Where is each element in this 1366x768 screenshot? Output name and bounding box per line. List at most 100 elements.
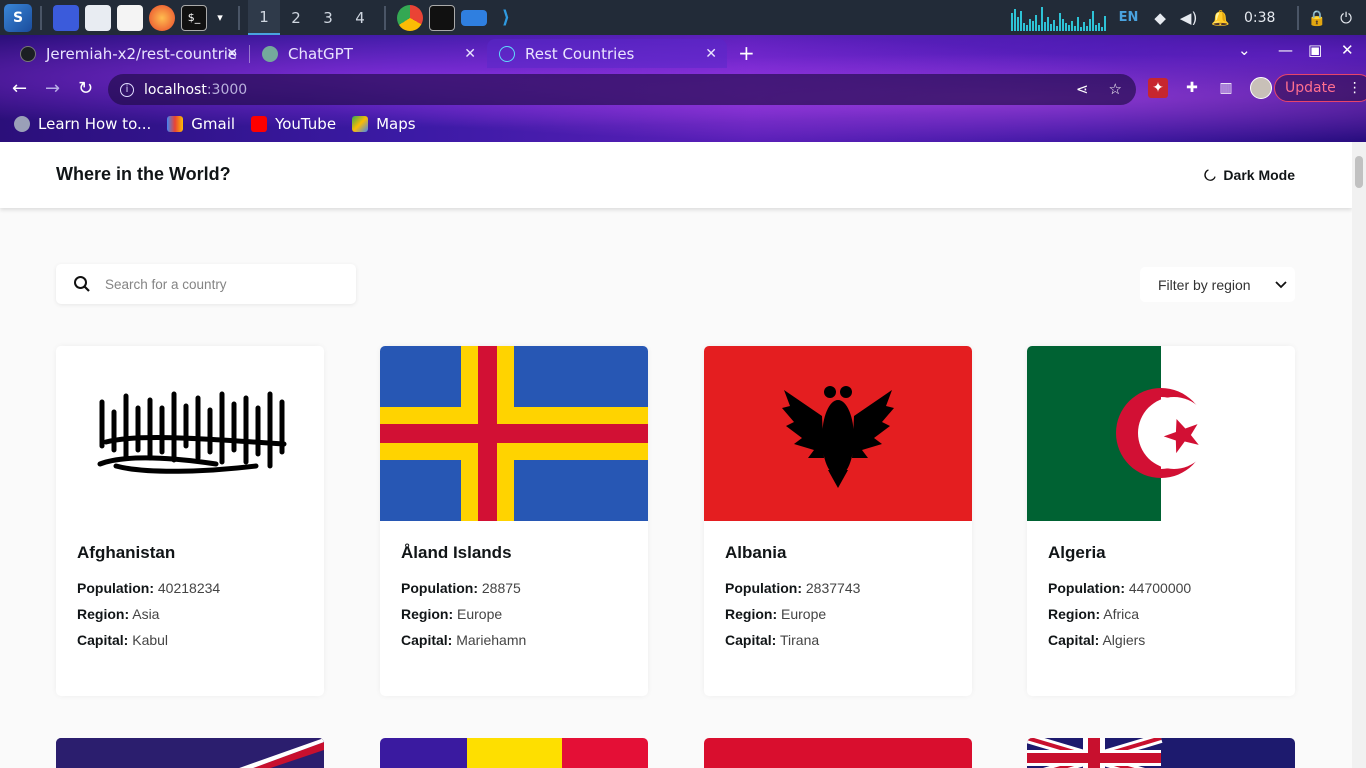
app-launcher-icon[interactable]: S xyxy=(4,3,32,32)
page-scrollbar[interactable] xyxy=(1352,142,1366,768)
back-arrow-icon[interactable]: ← xyxy=(12,78,27,99)
country-card-partial[interactable] xyxy=(704,738,972,768)
country-name: Afghanistan xyxy=(77,543,176,562)
region-value: Asia xyxy=(132,606,160,622)
workspace-1[interactable]: 1 xyxy=(248,0,280,35)
url-host: localhost xyxy=(144,81,207,98)
country-card-albania[interactable]: Albania Population: 2837743 Region: Euro… xyxy=(704,346,972,696)
bookmark-star-icon[interactable]: ☆ xyxy=(1109,80,1122,98)
menu-dots-icon[interactable]: ⋮ xyxy=(1348,80,1362,96)
dark-mode-label: Dark Mode xyxy=(1223,167,1295,183)
profile-avatar[interactable] xyxy=(1250,77,1272,99)
tab-title: Jeremiah-x2/rest-countrie xyxy=(46,44,238,63)
extension-icon[interactable]: ✦ xyxy=(1148,78,1168,98)
country-name: Åland Islands xyxy=(401,543,512,562)
region-filter-select[interactable]: Filter by region xyxy=(1140,267,1295,302)
share-icon[interactable]: ⋖ xyxy=(1076,80,1089,98)
update-label: Update xyxy=(1285,80,1336,96)
close-icon[interactable]: ✕ xyxy=(705,46,717,62)
country-card-partial[interactable] xyxy=(1027,738,1295,768)
file-manager-icon[interactable] xyxy=(85,4,111,31)
tab-rest-countries[interactable]: Rest Countries ✕ xyxy=(487,39,727,68)
lock-icon[interactable]: 🔒 xyxy=(1307,9,1326,27)
search-box[interactable] xyxy=(56,264,356,304)
country-card-partial[interactable] xyxy=(380,738,648,768)
population-value: 28875 xyxy=(481,580,521,596)
region-row: Region: Europe xyxy=(401,606,503,622)
bookmark-maps[interactable]: Maps xyxy=(352,115,416,133)
chrome-icon[interactable] xyxy=(397,4,423,31)
keyboard-language[interactable]: EN xyxy=(1119,10,1139,25)
country-card-algeria[interactable]: Algeria Population: 44700000 Region: Afr… xyxy=(1027,346,1295,696)
terminal-icon[interactable] xyxy=(429,4,455,31)
show-desktop-icon[interactable] xyxy=(53,4,79,31)
country-name: Albania xyxy=(725,543,787,562)
wifi-icon[interactable]: ◆ xyxy=(1154,9,1166,27)
search-icon xyxy=(74,276,90,292)
flag-image xyxy=(56,738,324,768)
firefox-icon[interactable] xyxy=(149,4,175,31)
bookmark-youtube[interactable]: YouTube xyxy=(251,115,336,133)
tab-github[interactable]: Jeremiah-x2/rest-countrie ✕ xyxy=(8,39,248,68)
chevron-down-icon xyxy=(1275,280,1287,288)
close-icon[interactable]: ✕ xyxy=(226,46,238,62)
tab-chatgpt[interactable]: ChatGPT ✕ xyxy=(250,39,486,68)
bookmark-gmail[interactable]: Gmail xyxy=(167,115,235,133)
minimize-icon[interactable]: — xyxy=(1278,41,1293,59)
bookmark-learn[interactable]: Learn How to... xyxy=(14,115,151,133)
country-card-aland-islands[interactable]: Åland Islands Population: 28875 Region: … xyxy=(380,346,648,696)
population-row: Population: 44700000 xyxy=(1048,580,1192,596)
dark-mode-toggle[interactable]: Dark Mode xyxy=(1203,167,1295,183)
population-value: 44700000 xyxy=(1128,580,1192,596)
population-value: 2837743 xyxy=(805,580,861,596)
address-bar[interactable]: i localhost:3000 ⋖ ☆ xyxy=(108,74,1136,105)
notification-bell-icon[interactable]: 🔔 xyxy=(1211,9,1230,27)
new-tab-button[interactable]: + xyxy=(738,41,755,65)
region-row: Region: Asia xyxy=(77,606,160,622)
vscode-icon[interactable]: ⟩ xyxy=(493,5,519,31)
puzzle-extensions-icon[interactable]: ✚ xyxy=(1182,78,1202,98)
workspace-3[interactable]: 3 xyxy=(312,0,344,35)
algeria-flag xyxy=(1027,346,1295,521)
workspace-4[interactable]: 4 xyxy=(344,0,376,35)
maximize-icon[interactable]: ▣ xyxy=(1308,41,1322,59)
population-row: Population: 40218234 xyxy=(77,580,221,596)
country-card-afghanistan[interactable]: Afghanistan Population: 40218234 Region:… xyxy=(56,346,324,696)
folder-icon[interactable] xyxy=(461,9,487,26)
taskbar-separator xyxy=(1297,5,1300,30)
scrollbar-thumb[interactable] xyxy=(1355,156,1363,188)
forward-arrow-icon[interactable]: → xyxy=(45,78,60,99)
text-editor-icon[interactable] xyxy=(117,4,143,31)
moon-icon xyxy=(1204,169,1217,181)
power-icon[interactable]: ⏻ xyxy=(1340,9,1352,27)
capital-value: Mariehamn xyxy=(456,632,527,648)
country-card-partial[interactable] xyxy=(56,738,324,768)
volume-icon[interactable]: ◀) xyxy=(1180,9,1197,27)
workspace-2[interactable]: 2 xyxy=(280,0,312,35)
population-row: Population: 2837743 xyxy=(725,580,861,596)
search-input[interactable] xyxy=(105,276,325,292)
close-window-icon[interactable]: ✕ xyxy=(1341,41,1354,59)
tab-search-chevron-icon[interactable]: ⌄ xyxy=(1238,41,1251,59)
flag-image xyxy=(380,738,648,768)
maps-icon xyxy=(352,116,369,132)
side-panel-icon[interactable]: ▥ xyxy=(1216,78,1236,98)
site-info-icon[interactable]: i xyxy=(120,82,134,97)
update-button[interactable]: Update ⋮ xyxy=(1274,74,1366,102)
capital-value: Tirana xyxy=(779,632,820,648)
filter-label: Filter by region xyxy=(1158,276,1251,293)
web-page: Where in the World? Dark Mode Filter by … xyxy=(0,142,1352,768)
flag-image xyxy=(56,346,324,521)
os-taskbar: S $_ ▾ 1 2 3 4 ⟩ EN ◆ ◀) 🔔 0:38 🔒 ⏻ xyxy=(0,0,1366,35)
flag-image xyxy=(1027,346,1295,521)
close-icon[interactable]: ✕ xyxy=(464,46,476,62)
albania-flag xyxy=(704,346,972,521)
chevron-down-icon[interactable]: ▾ xyxy=(213,5,227,31)
clock[interactable]: 0:38 xyxy=(1244,10,1275,26)
capital-row: Capital: Mariehamn xyxy=(401,632,527,648)
terminal-icon[interactable]: $_ xyxy=(181,4,207,31)
bookmarks-bar: Learn How to... Gmail YouTube Maps xyxy=(0,109,1366,139)
reload-icon[interactable]: ↻ xyxy=(78,78,93,99)
flag-image xyxy=(704,346,972,521)
taskbar-separator xyxy=(40,5,42,30)
